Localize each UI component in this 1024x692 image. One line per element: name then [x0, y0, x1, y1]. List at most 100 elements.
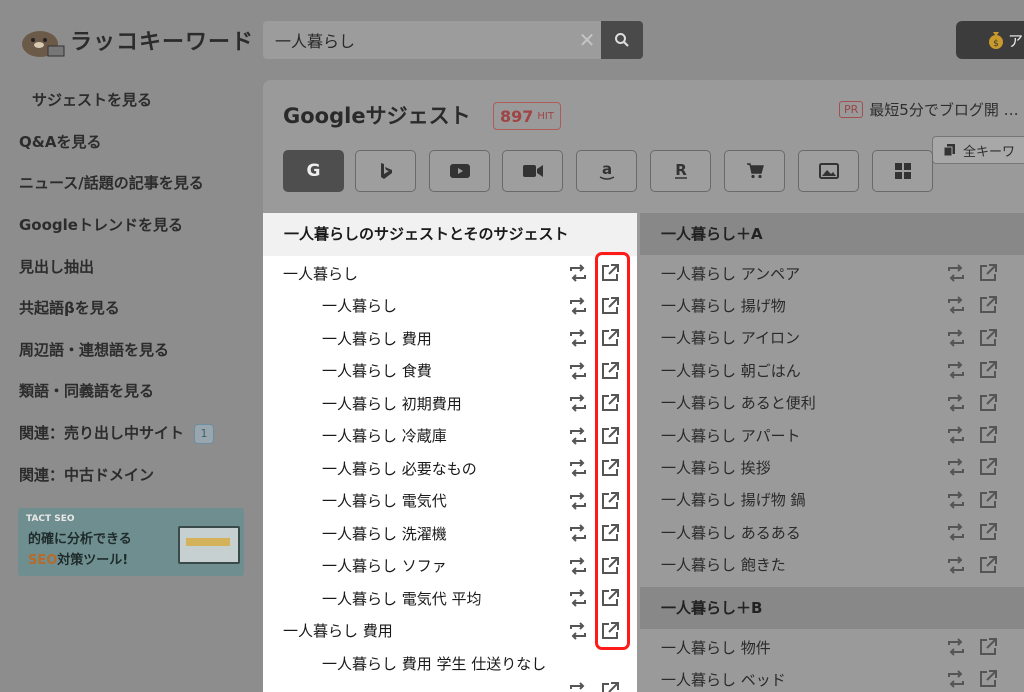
sidebar-item-synonyms[interactable]: 類語・同義語を見る — [19, 380, 154, 401]
repeat-icon[interactable] — [946, 490, 966, 510]
repeat-icon[interactable] — [946, 263, 966, 283]
repeat-icon[interactable] — [568, 393, 588, 413]
external-link-icon[interactable] — [600, 681, 620, 692]
external-link-icon[interactable] — [978, 637, 998, 657]
external-link-icon[interactable] — [978, 425, 998, 445]
keyword-text[interactable]: 一人暮らし — [283, 263, 358, 284]
repeat-icon[interactable] — [946, 522, 966, 542]
keyword-text[interactable]: 一人暮らし — [322, 295, 397, 316]
repeat-icon[interactable] — [568, 523, 588, 543]
keyword-text[interactable]: 一人暮らし 冷蔵庫 — [322, 425, 447, 446]
clear-icon[interactable]: ✕ — [573, 28, 601, 52]
repeat-icon[interactable] — [946, 457, 966, 477]
keyword-text[interactable]: 一人暮らし 飽きた — [661, 554, 786, 575]
repeat-icon[interactable] — [568, 361, 588, 381]
search-input[interactable] — [263, 21, 573, 59]
repeat-icon[interactable] — [568, 556, 588, 576]
engine-shopping-button[interactable] — [724, 150, 785, 192]
repeat-icon[interactable] — [946, 669, 966, 689]
engine-amazon-button[interactable]: a — [576, 150, 637, 192]
engine-bing-button[interactable] — [355, 150, 416, 192]
repeat-icon[interactable] — [946, 637, 966, 657]
keyword-text[interactable]: 一人暮らし 揚げ物 — [661, 295, 786, 316]
engine-app-button[interactable] — [872, 150, 933, 192]
copy-all-keywords-button[interactable]: 全キーワ — [932, 136, 1024, 164]
external-link-icon[interactable] — [978, 555, 998, 575]
external-link-icon[interactable] — [978, 669, 998, 689]
external-link-icon[interactable] — [978, 457, 998, 477]
keyword-text[interactable]: 一人暮らし 電気代 平均 — [322, 588, 482, 609]
tact-seo-ad-banner[interactable]: TACT SEO 的確に分析できる SEO対策ツール! — [18, 508, 244, 576]
sidebar-item-cooccurrence[interactable]: 共起語βを見る — [19, 297, 120, 318]
external-link-icon[interactable] — [978, 328, 998, 348]
top-right-button[interactable]: $ ア — [956, 21, 1024, 59]
keyword-text[interactable]: 一人暮らし ベッド — [661, 669, 786, 690]
repeat-icon[interactable] — [946, 295, 966, 315]
repeat-icon[interactable] — [946, 393, 966, 413]
repeat-icon[interactable] — [946, 425, 966, 445]
keyword-text[interactable]: 一人暮らし 揚げ物 鍋 — [661, 489, 806, 510]
keyword-text[interactable]: 一人暮らし 費用 学生 仕送りなし — [322, 653, 546, 674]
sidebar-item-qa[interactable]: Q&Aを見る — [19, 131, 101, 152]
repeat-icon[interactable] — [568, 328, 588, 348]
keyword-text[interactable]: 一人暮らし 洗濯機 — [322, 523, 447, 544]
search-button[interactable] — [601, 21, 643, 59]
sidebar-item-used-domains[interactable]: 関連：中古ドメイン — [19, 464, 154, 485]
engine-image-button[interactable] — [798, 150, 859, 192]
row-actions — [946, 360, 998, 380]
sidebar-item-related-words[interactable]: 周辺語・連想語を見る — [19, 339, 169, 360]
engine-youtube-button[interactable] — [429, 150, 490, 192]
sidebar-item-suggest[interactable]: サジェストを見る — [32, 89, 152, 110]
suggest-child-row: 一人暮らし 費用 — [322, 322, 432, 354]
keyword-text[interactable]: 一人暮らし アンペア — [661, 263, 800, 284]
keyword-text[interactable]: 一人暮らし あるある — [661, 522, 801, 543]
keyword-text[interactable]: 一人暮らし ソファ — [322, 555, 447, 576]
keyword-text[interactable]: 一人暮らし 物件 — [661, 637, 771, 658]
google-icon: G — [306, 161, 321, 181]
repeat-icon[interactable] — [568, 263, 588, 283]
pr-link[interactable]: PR 最短5分でブログ開 … — [839, 99, 1019, 120]
external-link-icon[interactable] — [978, 295, 998, 315]
keyword-text[interactable]: 一人暮らし 食費 — [322, 360, 432, 381]
suggest-row: 一人暮らし 朝ごはん — [661, 354, 801, 386]
repeat-icon[interactable] — [568, 588, 588, 608]
engine-rakuten-button[interactable]: R — [650, 150, 711, 192]
keyword-text[interactable]: 一人暮らし 初期費用 — [322, 393, 462, 414]
sidebar-item-trends[interactable]: Googleトレンドを見る — [19, 214, 183, 235]
external-link-icon[interactable] — [978, 393, 998, 413]
repeat-icon[interactable] — [568, 681, 588, 692]
sidebar-item-sites-for-sale[interactable]: 関連：売り出し中サイト 1 — [19, 422, 215, 444]
suggest-group-header: 一人暮らし＋A — [640, 213, 1024, 255]
suggest-child-row: 一人暮らし 必要なもの — [322, 452, 477, 484]
external-link-icon[interactable] — [978, 360, 998, 380]
svg-text:$: $ — [993, 39, 999, 49]
engine-video-button[interactable] — [502, 150, 563, 192]
sidebar-item-headings[interactable]: 見出し抽出 — [19, 256, 94, 277]
repeat-icon[interactable] — [946, 555, 966, 575]
keyword-text[interactable]: 一人暮らし 挨拶 — [661, 457, 771, 478]
keyword-text[interactable]: 一人暮らし 費用 — [283, 620, 393, 641]
external-link-icon[interactable] — [978, 263, 998, 283]
logo[interactable]: ラッコキーワード — [18, 20, 254, 60]
repeat-icon[interactable] — [568, 621, 588, 641]
keyword-text[interactable]: 一人暮らし 費用 — [322, 328, 432, 349]
repeat-icon[interactable] — [568, 296, 588, 316]
repeat-icon[interactable] — [568, 458, 588, 478]
external-link-icon[interactable] — [978, 522, 998, 542]
row-actions — [946, 425, 998, 445]
repeat-icon[interactable] — [568, 491, 588, 511]
external-link-icon[interactable] — [978, 490, 998, 510]
engine-google-button[interactable]: G — [283, 150, 344, 192]
repeat-icon[interactable] — [946, 360, 966, 380]
keyword-text[interactable]: 一人暮らし 電気代 — [322, 490, 447, 511]
keyword-text[interactable]: 一人暮らし アパート — [661, 425, 800, 446]
repeat-icon[interactable] — [568, 426, 588, 446]
sidebar-item-news[interactable]: ニュース/話題の記事を見る — [19, 172, 204, 193]
youtube-icon — [449, 164, 470, 178]
suggest-row: 一人暮らし あると便利 — [661, 387, 816, 419]
repeat-icon[interactable] — [946, 328, 966, 348]
keyword-text[interactable]: 一人暮らし 必要なもの — [322, 458, 477, 479]
keyword-text[interactable]: 一人暮らし 朝ごはん — [661, 360, 801, 381]
keyword-text[interactable]: 一人暮らし アイロン — [661, 327, 800, 348]
keyword-text[interactable]: 一人暮らし あると便利 — [661, 392, 816, 413]
